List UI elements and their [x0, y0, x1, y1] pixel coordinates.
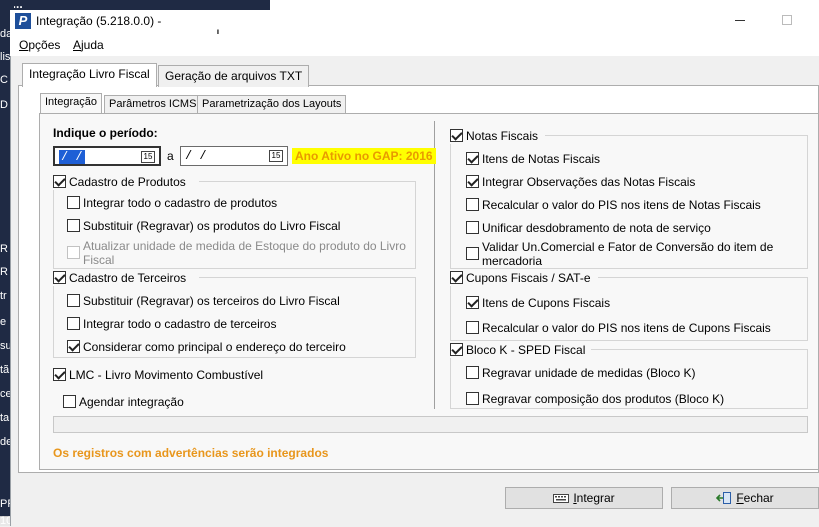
considerar-endereco-checkbox[interactable]	[67, 340, 80, 353]
tab-parametros-icms[interactable]: Parâmetros ICMS	[104, 95, 202, 113]
period-label: Indique o período:	[53, 126, 158, 140]
regravar-composicao-label: Regravar composição dos produtos (Bloco …	[482, 392, 725, 406]
substituir-produtos-label: Substituir (Regravar) os produtos do Liv…	[83, 219, 341, 233]
recalcular-pis-cupons-label: Recalcular o valor do PIS nos itens de C…	[482, 321, 771, 335]
integrar-terceiros-label: Integrar todo o cadastro de terceiros	[83, 317, 277, 331]
produtos-checkbox[interactable]	[53, 175, 66, 188]
substituir-produtos-checkbox[interactable]	[67, 219, 80, 232]
validar-un-comercial-checkbox[interactable]	[466, 247, 479, 260]
recalcular-pis-notas-checkbox[interactable]	[466, 198, 479, 211]
cupons-checkbox[interactable]	[450, 271, 463, 284]
menu-opcoes-label: pções	[28, 38, 61, 52]
terceiros-checkbox[interactable]	[53, 271, 66, 284]
notas-checkbox[interactable]	[450, 129, 463, 142]
atualizar-unidade-line2: Fiscal	[83, 253, 115, 267]
menu-ajuda[interactable]: Ajuda	[73, 38, 104, 52]
keyboard-icon	[553, 494, 570, 503]
substituir-terceiros-checkbox[interactable]	[67, 294, 80, 307]
recalcular-pis-notas-label: Recalcular o valor do PIS nos itens de N…	[482, 198, 761, 212]
agendar-label: Agendar integração	[79, 395, 184, 409]
integrar-button[interactable]: Integrar	[505, 487, 663, 509]
tab-geracao-arquivos-txt[interactable]: Geração de arquivos TXT	[158, 65, 310, 87]
considerar-endereco-label: Considerar como principal o endereço do …	[83, 340, 346, 354]
regravar-unidade-checkbox[interactable]	[466, 366, 479, 379]
menu-opcoes[interactable]: Opções	[19, 38, 60, 52]
period-separator: a	[167, 149, 174, 163]
regravar-unidade-label: Regravar unidade de medidas (Bloco K)	[482, 366, 696, 380]
tab-parametrizacao-layouts[interactable]: Parametrização dos Layouts	[197, 95, 347, 113]
terceiros-caption[interactable]: Cadastro de Terceiros	[53, 270, 199, 286]
window-title: Integração (5.218.0.0) -	[36, 14, 162, 28]
fechar-label: echar	[743, 491, 774, 505]
itens-notas-label: Itens de Notas Fiscais	[482, 152, 601, 166]
minimize-icon[interactable]	[733, 13, 747, 27]
fechar-accel: F	[736, 491, 744, 505]
menu-opcoes-accel: O	[19, 38, 29, 52]
produtos-caption[interactable]: Cadastro de Produtos	[53, 174, 199, 190]
app-logo-icon: P	[15, 13, 31, 29]
integrar-label: ntegrar	[576, 491, 615, 505]
menu-ajuda-accel: A	[73, 38, 82, 52]
maximize-icon[interactable]	[782, 15, 792, 25]
integrar-produtos-checkbox[interactable]	[67, 196, 80, 209]
lmc-label: LMC - Livro Movimento Combustível	[69, 368, 264, 382]
unificar-desdobramento-checkbox[interactable]	[466, 221, 479, 234]
atualizar-unidade-line1: Atualizar unidade de medida de Estoque d…	[83, 239, 406, 253]
exit-door-icon	[716, 492, 732, 504]
substituir-terceiros-label: Substituir (Regravar) os terceiros do Li…	[83, 294, 340, 308]
blocok-caption[interactable]: Bloco K - SPED Fiscal	[450, 342, 591, 358]
notas-caption[interactable]: Notas Fiscais	[450, 128, 545, 144]
agendar-checkbox[interactable]	[63, 395, 76, 408]
integrar-terceiros-checkbox[interactable]	[67, 317, 80, 330]
fechar-button[interactable]: Fechar	[671, 487, 819, 509]
unificar-desdobramento-label: Unificar desdobramento de nota de serviç…	[482, 221, 711, 235]
background-app-header: ar...	[0, 0, 270, 11]
lmc-checkbox[interactable]	[53, 368, 66, 381]
period-end-input[interactable]: / / 15	[180, 146, 288, 166]
atualizar-unidade-checkbox	[67, 246, 80, 259]
tab-integracao[interactable]: Integração	[40, 93, 102, 113]
validar-un-comercial-line1: Validar Un.Comercial e Fator de Conversã…	[482, 240, 774, 254]
itens-notas-checkbox[interactable]	[466, 152, 479, 165]
recalcular-pis-cupons-checkbox[interactable]	[466, 321, 479, 334]
tab-integracao-livro-fiscal[interactable]: Integração Livro Fiscal	[22, 63, 157, 87]
active-year-notice: Ano Ativo no GAP: 2016	[292, 148, 436, 164]
observacoes-notas-checkbox[interactable]	[466, 175, 479, 188]
blocok-label: Bloco K - SPED Fiscal	[466, 343, 586, 357]
menu-ajuda-label: juda	[81, 38, 104, 52]
calendar-icon[interactable]: 15	[269, 150, 283, 162]
produtos-label: Cadastro de Produtos	[69, 175, 186, 189]
observacoes-notas-label: Integrar Observações das Notas Fiscais	[482, 175, 696, 189]
regravar-composicao-checkbox[interactable]	[466, 392, 479, 405]
cupons-label: Cupons Fiscais / SAT-e	[466, 271, 591, 285]
itens-cupons-checkbox[interactable]	[466, 296, 479, 309]
cupons-caption[interactable]: Cupons Fiscais / SAT-e	[450, 270, 598, 286]
calendar-icon[interactable]: 15	[141, 151, 155, 163]
blocok-checkbox[interactable]	[450, 343, 463, 356]
terceiros-label: Cadastro de Terceiros	[69, 271, 187, 285]
itens-cupons-label: Itens de Cupons Fiscais	[482, 296, 611, 310]
period-end-value: / /	[185, 149, 207, 163]
validar-un-comercial-label: Validar Un.Comercial e Fator de Conversã…	[482, 240, 773, 268]
notas-label: Notas Fiscais	[466, 129, 539, 143]
column-divider	[434, 121, 435, 409]
validar-un-comercial-line2: mercadoria	[482, 254, 543, 268]
warning-message: Os registros com advertências serão inte…	[53, 446, 329, 460]
integrar-produtos-label: Integrar todo o cadastro de produtos	[83, 196, 278, 210]
atualizar-unidade-label: Atualizar unidade de medida de Estoque d…	[83, 239, 406, 267]
menu-bar	[10, 34, 819, 56]
progress-bar	[53, 416, 808, 433]
period-start-value: / /	[59, 150, 85, 164]
period-start-input[interactable]: / / 15	[53, 146, 161, 166]
